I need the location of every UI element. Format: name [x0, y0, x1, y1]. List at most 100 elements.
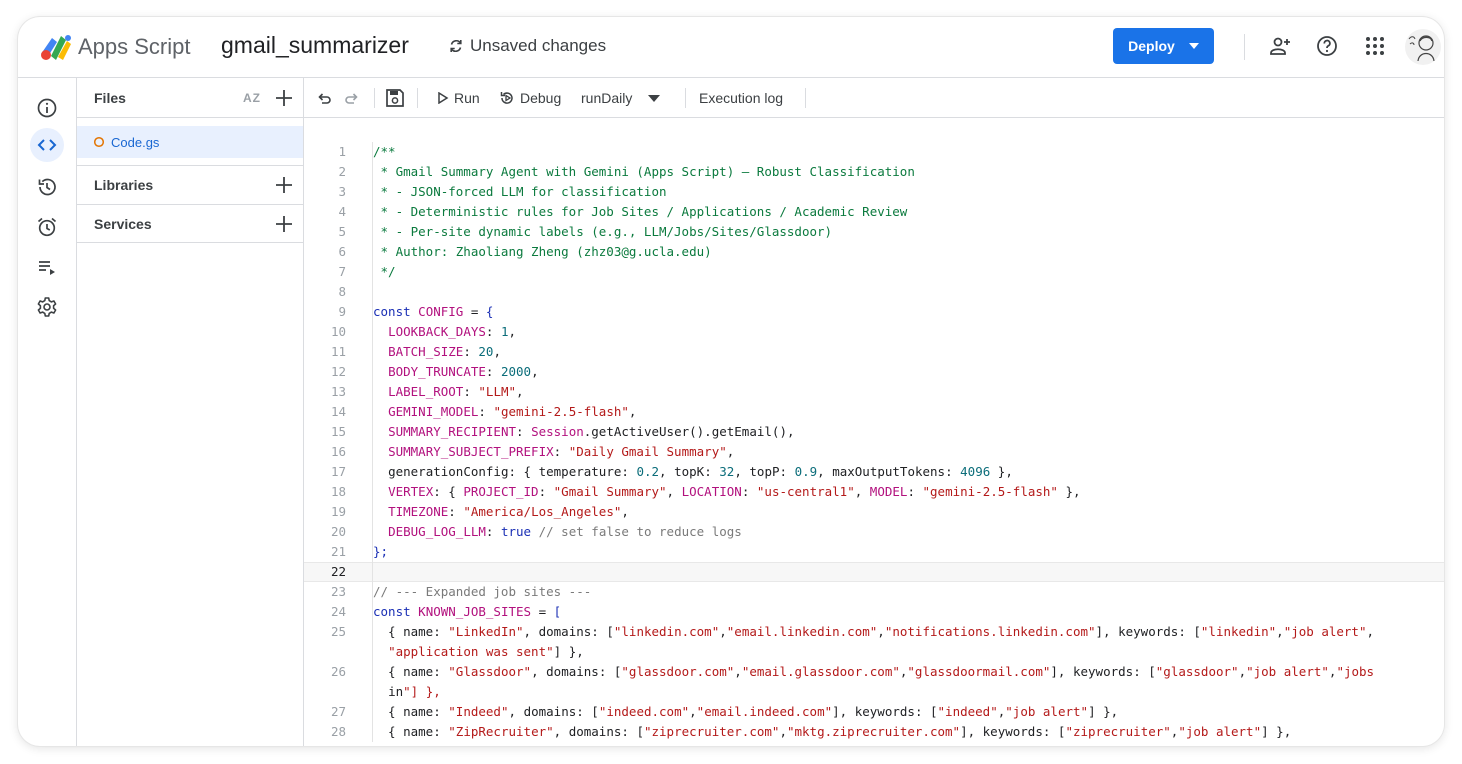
- execution-log-button[interactable]: Execution log: [699, 78, 783, 118]
- line-text: { name: "Indeed", domains: ["indeed.com"…: [373, 704, 1119, 719]
- executions-button[interactable]: [30, 250, 64, 284]
- history-icon: [38, 178, 56, 196]
- code-line[interactable]: 6 * Author: Zhaoliang Zheng (zhz03@g.ucl…: [304, 242, 1444, 262]
- indent-guide: [346, 422, 373, 442]
- debug-button[interactable]: Debug: [499, 78, 561, 118]
- function-select[interactable]: runDaily: [581, 78, 661, 118]
- debug-icon: [500, 92, 513, 104]
- line-number: 12: [330, 364, 346, 379]
- apps-script-logo-icon[interactable]: [38, 32, 74, 62]
- code-line[interactable]: 18 VERTEX: { PROJECT_ID: "Gmail Summary"…: [304, 482, 1444, 502]
- code-line[interactable]: 1 /**: [304, 142, 1444, 162]
- unsaved-dot-icon: [93, 136, 105, 148]
- indent-guide: [346, 482, 373, 502]
- editor-button[interactable]: [30, 128, 64, 162]
- avatar[interactable]: [1405, 29, 1441, 65]
- code-line[interactable]: 4 * - Deterministic rules for Job Sites …: [304, 202, 1444, 222]
- add-file-plus-icon[interactable]: [275, 89, 293, 107]
- code-line[interactable]: 2 * Gmail Summary Agent with Gemini (App…: [304, 162, 1444, 182]
- code-line[interactable]: 27 { name: "Indeed", domains: ["indeed.c…: [304, 702, 1444, 722]
- line-text: { name: "Glassdoor", domains: ["glassdoo…: [373, 664, 1375, 679]
- code-line[interactable]: 19 TIMEZONE: "America/Los_Angeles",: [304, 502, 1444, 522]
- indent-guide: [346, 442, 373, 462]
- save-status: Unsaved changes: [448, 36, 606, 56]
- code-line[interactable]: 26 { name: "Glassdoor", domains: ["glass…: [304, 662, 1444, 682]
- line-number: 11: [330, 344, 346, 359]
- project-title[interactable]: gmail_summarizer: [221, 32, 409, 59]
- code-line[interactable]: 24 const KNOWN_JOB_SITES = [: [304, 602, 1444, 622]
- sync-icon: [450, 39, 462, 53]
- redo-icon[interactable]: [344, 78, 360, 118]
- code-line[interactable]: 17 generationConfig: { temperature: 0.2,…: [304, 462, 1444, 482]
- deploy-label: Deploy: [1128, 38, 1175, 54]
- code-line[interactable]: in"] },: [304, 682, 1444, 702]
- run-button[interactable]: Run: [437, 78, 480, 118]
- alarm-icon: [37, 217, 57, 237]
- triggers-button[interactable]: [30, 210, 64, 244]
- code-line[interactable]: 20 DEBUG_LOG_LLM: true // set false to r…: [304, 522, 1444, 542]
- divider: [1244, 34, 1245, 60]
- deploy-button[interactable]: Deploy: [1113, 28, 1214, 64]
- project-history-button[interactable]: [30, 170, 64, 204]
- code-line[interactable]: 12 BODY_TRUNCATE: 2000,: [304, 362, 1444, 382]
- indent-guide: [346, 322, 373, 342]
- add-service-plus-icon[interactable]: [275, 215, 293, 233]
- save-icon[interactable]: [385, 78, 405, 118]
- code-line[interactable]: 15 SUMMARY_RECIPIENT: Session.getActiveU…: [304, 422, 1444, 442]
- code-line[interactable]: 11 BATCH_SIZE: 20,: [304, 342, 1444, 362]
- line-text: * - JSON-forced LLM for classification: [373, 184, 667, 199]
- code-line[interactable]: 21};: [304, 542, 1444, 562]
- line-text: LOOKBACK_DAYS: 1,: [388, 324, 517, 339]
- share-add-person-icon[interactable]: [1268, 34, 1292, 58]
- line-text: DEBUG_LOG_LLM: true // set false to redu…: [388, 524, 742, 539]
- line-number: 6: [338, 244, 346, 259]
- files-panel: Files AZ Code.gs Libraries Services: [77, 78, 304, 746]
- code-editor[interactable]: 1 /** 2 * Gmail Summary Agent with Gemini …: [304, 118, 1444, 746]
- divider: [374, 88, 375, 108]
- code-line[interactable]: 10 LOOKBACK_DAYS: 1,: [304, 322, 1444, 342]
- line-number: 15: [330, 424, 346, 439]
- project-settings-button[interactable]: [30, 290, 64, 324]
- code-line[interactable]: 8: [304, 282, 1444, 302]
- code-line[interactable]: 23 // --- Expanded job sites ---: [304, 582, 1444, 602]
- settings-icon: [37, 297, 57, 317]
- line-text: generationConfig: { temperature: 0.2, to…: [388, 464, 1013, 479]
- code-line[interactable]: 16 SUMMARY_SUBJECT_PREFIX: "Daily Gmail …: [304, 442, 1444, 462]
- code-line[interactable]: 14 GEMINI_MODEL: "gemini-2.5-flash",: [304, 402, 1444, 422]
- overview-button[interactable]: [30, 91, 64, 125]
- line-text: * Gmail Summary Agent with Gemini (Apps …: [373, 164, 915, 179]
- code-line[interactable]: 7 */: [304, 262, 1444, 282]
- code-line[interactable]: "application was sent"] },: [304, 642, 1444, 662]
- app-name: Apps Script: [78, 34, 191, 59]
- code-line[interactable]: 25 { name: "LinkedIn", domains: ["linked…: [304, 622, 1444, 642]
- line-number: 1: [338, 144, 346, 159]
- code-line[interactable]: 13 LABEL_ROOT: "LLM",: [304, 382, 1444, 402]
- file-item-code-gs[interactable]: Code.gs: [77, 126, 303, 158]
- help-icon[interactable]: [1315, 34, 1339, 58]
- line-number: 13: [330, 384, 346, 399]
- code-icon: [37, 139, 57, 151]
- indent-guide: [346, 162, 373, 182]
- indent-guide: [346, 222, 373, 242]
- indent-guide: [346, 522, 373, 542]
- caret-down-icon: [1188, 43, 1199, 49]
- code-line[interactable]: 3 * - JSON-forced LLM for classification: [304, 182, 1444, 202]
- code-line[interactable]: 9 const CONFIG = {: [304, 302, 1444, 322]
- top-bar: Apps Script gmail_summarizer Unsaved cha…: [18, 17, 1444, 78]
- divider: [805, 88, 806, 108]
- indent-guide: [346, 182, 373, 202]
- undo-icon[interactable]: [316, 78, 332, 118]
- code-lines[interactable]: 1 /** 2 * Gmail Summary Agent with Gemini …: [304, 142, 1444, 742]
- info-icon: [37, 98, 57, 118]
- line-number: 22: [330, 564, 346, 579]
- add-library-plus-icon[interactable]: [275, 176, 293, 194]
- code-line[interactable]: 5 * - Per-site dynamic labels (e.g., LLM…: [304, 222, 1444, 242]
- sort-az-icon[interactable]: AZ: [243, 91, 261, 105]
- code-line[interactable]: 28 { name: "ZipRecruiter", domains: ["zi…: [304, 722, 1444, 742]
- caret-down-icon: [648, 94, 661, 102]
- apps-grid-icon[interactable]: [1363, 34, 1387, 58]
- line-text: TIMEZONE: "America/Los_Angeles",: [388, 504, 629, 519]
- code-line[interactable]: 22: [304, 562, 1444, 582]
- line-number: 26: [330, 664, 346, 679]
- indent-guide: [346, 642, 373, 662]
